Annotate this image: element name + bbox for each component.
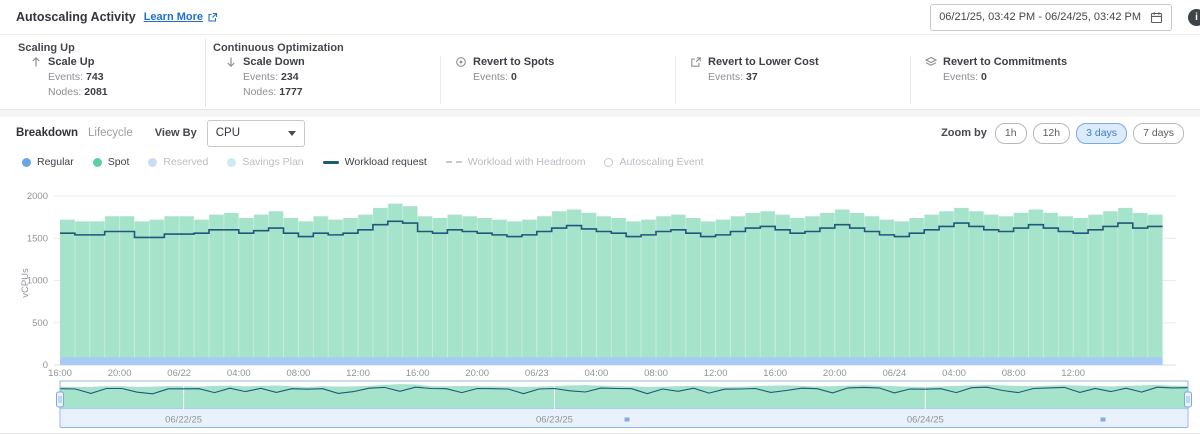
navigator-handle[interactable] [57,392,64,407]
divider [205,39,206,107]
view-by-label: View By [155,127,197,139]
layers-icon [925,56,937,68]
stat-label: Events: [243,71,278,83]
zoom-option-1h[interactable]: 1h [995,123,1027,144]
stat-value: 1777 [279,86,302,98]
date-range-value: 06/21/25, 03:42 PM - 06/24/25, 03:42 PM [939,11,1141,23]
card-title: Revert to Spots [473,56,554,68]
stat-value: 0 [511,71,517,83]
legend-item-regular[interactable]: Regular [22,156,74,168]
stat-row: Events:0 [943,71,1067,83]
page-bottom-border [0,433,1200,434]
zoom-option-3-days[interactable]: 3 days [1076,123,1127,144]
svg-text:06/22/25: 06/22/25 [165,415,202,426]
svg-text:06/23/25: 06/23/25 [536,415,573,426]
date-range-input[interactable]: 06/21/25, 03:42 PM - 06/24/25, 03:42 PM [930,4,1172,31]
export-arrow-icon [690,56,702,68]
arrow-down-icon [225,56,237,68]
navigator-handle[interactable] [1185,392,1192,407]
stat-value: 0 [981,71,987,83]
legend-item-spot[interactable]: Spot [93,156,130,168]
divider [440,56,441,104]
divider [910,56,911,104]
zoom-option-12h[interactable]: 12h [1033,123,1071,144]
card-scale-up: Scale Up Events:743 Nodes:2081 [30,56,108,98]
svg-text:06/24/25: 06/24/25 [907,415,944,426]
stat-row: Nodes:2081 [48,86,108,98]
card-title: Scale Down [243,56,305,68]
stat-value: 743 [86,71,104,83]
group-title-scaling-up: Scaling Up [18,42,75,54]
tab-breakdown[interactable]: Breakdown [16,127,78,139]
legend-label: Spot [108,156,130,168]
divider [675,56,676,104]
chart-controls: Breakdown Lifecycle View By CPU Zoom by … [0,118,1200,148]
legend-item-savings-plan[interactable]: Savings Plan [227,156,303,168]
arrow-up-icon [30,56,42,68]
svg-text:2000: 2000 [27,191,48,202]
stat-value: 37 [746,71,758,83]
zoom-by-label: Zoom by [941,127,987,139]
card-title: Scale Up [48,56,94,68]
stat-label: Events: [48,71,83,83]
view-by-value: CPU [216,127,240,139]
legend-item-workload-with-headroom[interactable]: Workload with Headroom [446,156,586,168]
card-revert-to-lower-cost: Revert to Lower Cost Events:37 [690,56,819,83]
stat-row: Nodes:1777 [243,86,305,98]
stat-row: Events:0 [473,71,554,83]
zoom-option-7-days[interactable]: 7 days [1133,123,1184,144]
autoscaling-activity-page: Autoscaling Activity Learn More 06/21/25… [0,0,1200,435]
calendar-icon[interactable] [1150,11,1163,24]
legend-label: Savings Plan [242,156,303,168]
stat-label: Nodes: [243,86,276,98]
legend-item-workload-request[interactable]: Workload request [323,156,427,168]
stat-label: Events: [943,71,978,83]
stat-label: Nodes: [48,86,81,98]
stat-row: Events:743 [48,71,108,83]
chevron-down-icon [288,131,296,136]
card-revert-to-spots: Revert to Spots Events:0 [455,56,554,83]
learn-more-link[interactable]: Learn More [144,11,203,23]
legend-label: Regular [37,156,74,168]
external-link-icon [207,12,218,23]
card-revert-to-commitments: Revert to Commitments Events:0 [925,56,1067,83]
card-title: Revert to Commitments [943,56,1067,68]
chart-legend: Regular Spot Reserved Savings Plan Workload … [22,156,704,168]
page-title: Autoscaling Activity [16,10,136,24]
stat-row: Events:37 [708,71,819,83]
navigator-chart[interactable]: 06/22/25 06/23/25 06/24/25 [0,378,1200,435]
legend-label: Workload request [345,156,427,168]
main-chart[interactable]: 0500100015002000vCPUs16:0020:0006/2204:0… [0,180,1200,380]
svg-text:500: 500 [32,318,48,329]
stat-value: 2081 [84,86,107,98]
stat-row: Events:234 [243,71,305,83]
legend-item-autoscaling-event[interactable]: Autoscaling Event [604,156,703,168]
stat-label: Events: [708,71,743,83]
info-icon[interactable]: i [1188,9,1200,26]
card-title: Revert to Lower Cost [708,56,819,68]
svg-text:1500: 1500 [27,233,48,244]
tab-lifecycle[interactable]: Lifecycle [88,127,133,139]
section-divider [0,110,1200,117]
stat-value: 234 [281,71,299,83]
view-by-select[interactable]: CPU [207,120,305,147]
zoom-by-group: Zoom by 1h 12h3 days 7 days [941,123,1184,144]
legend-label: Workload with Headroom [468,156,586,168]
stats-band: Scaling Up Scale UpEvents:743Nodes:2081C… [0,34,1200,110]
page-header: Autoscaling Activity Learn More 06/21/25… [0,0,1200,34]
legend-label: Reserved [163,156,208,168]
spot-target-icon [455,56,467,68]
svg-text:vCPUs: vCPUs [20,268,31,298]
legend-label: Autoscaling Event [619,156,703,168]
legend-item-reserved[interactable]: Reserved [148,156,208,168]
group-title-continuous-optimization: Continuous Optimization [213,42,344,54]
card-scale-down: Scale Down Events:234 Nodes:1777 [225,56,305,98]
stat-label: Events: [473,71,508,83]
